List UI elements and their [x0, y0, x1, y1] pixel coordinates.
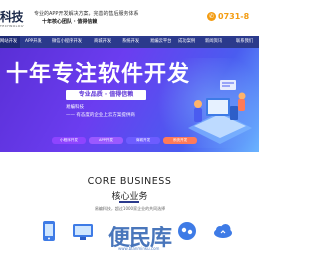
- nav-item-contact[interactable]: 联系我们: [236, 36, 253, 48]
- website-icon[interactable]: [72, 220, 94, 242]
- banner-button-app[interactable]: APP开发: [89, 137, 123, 144]
- banner-brand: 易编科技: [66, 105, 84, 110]
- core-title-underline: [119, 201, 139, 203]
- banner-button-miniprogram[interactable]: 小程序开发: [52, 137, 86, 144]
- banner-illustration: [188, 80, 252, 144]
- phone-icon: ✆: [207, 11, 216, 21]
- nav-item-system[interactable]: 系统开发: [122, 36, 139, 48]
- hero-banner[interactable]: 十年专注软件开发 专业品质 · 值得信赖 易编科技 —— 有态度的企业上云方案提…: [0, 48, 259, 152]
- header-slogan: 十年核心团队 · 值得信赖: [42, 19, 98, 25]
- banner-button-mall[interactable]: 商城开发: [126, 137, 160, 144]
- nav-item-miniprogram[interactable]: 微信小程序开发: [52, 36, 82, 48]
- nav-item-cases[interactable]: 成功案例: [178, 36, 195, 48]
- miniprogram-icon[interactable]: [176, 220, 198, 242]
- banner-brand-desc: —— 有态度的企业上云方案提供商: [66, 113, 135, 118]
- page: 科技 TECHNOLOGY 专业的APP开发解决方案，完善的售后服务体系 十年核…: [0, 0, 259, 270]
- mobile-app-icon[interactable]: [38, 220, 60, 242]
- core-title-en: CORE BUSINESS: [87, 176, 172, 187]
- phone-number: 0731-8: [218, 11, 250, 21]
- site-header: 科技 TECHNOLOGY 专业的APP开发解决方案，完善的售后服务体系 十年核…: [0, 0, 259, 36]
- banner-title: 十年专注软件开发: [6, 62, 191, 87]
- nav-item-news[interactable]: 新闻资讯: [205, 36, 222, 48]
- site-logo-sub: TECHNOLOGY: [0, 24, 24, 28]
- phone-contact[interactable]: ✆ 0731-8: [207, 9, 249, 23]
- nav-item-cloud[interactable]: 易编云平台: [150, 36, 171, 48]
- banner-subtitle: 专业品质 · 值得信赖: [66, 90, 146, 100]
- main-nav: 网站开发 APP开发 微信小程序开发 商城开发 系统开发 易编云平台 成功案例 …: [0, 36, 259, 48]
- site-logo[interactable]: 科技: [0, 8, 24, 24]
- core-intro: 易编科技，超过1000家企业的共同选择: [94, 206, 166, 211]
- nav-item-mall[interactable]: 商城开发: [94, 36, 111, 48]
- watermark-url: www.bianminku.com: [118, 246, 160, 251]
- cloud-icon[interactable]: [212, 220, 234, 242]
- header-tagline: 专业的APP开发解决方案，完善的售后服务体系: [34, 11, 139, 17]
- nav-item-app[interactable]: APP开发: [25, 36, 42, 48]
- nav-item-website[interactable]: 网站开发: [0, 36, 20, 48]
